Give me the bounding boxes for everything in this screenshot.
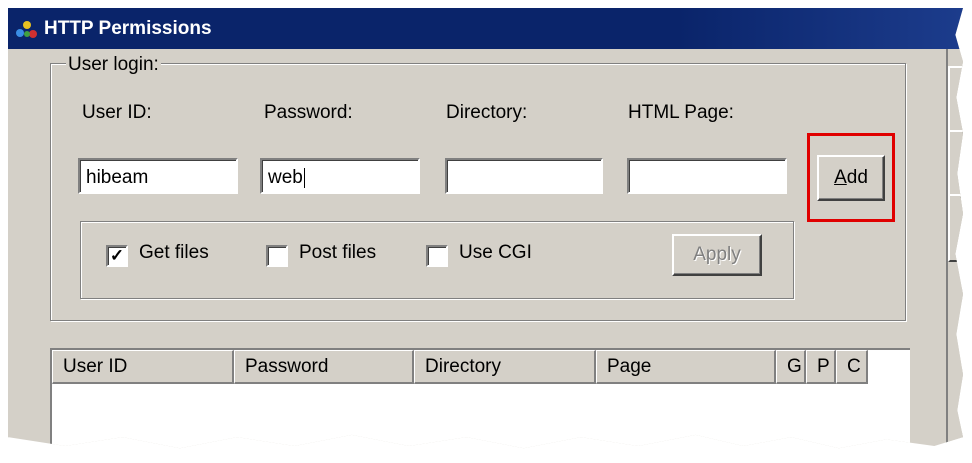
use-cgi-checkbox[interactable] (426, 245, 448, 267)
user-id-field[interactable]: hibeam (78, 158, 238, 194)
column-page[interactable]: Page (596, 350, 776, 384)
password-label: Password: (264, 102, 353, 123)
list-header: User ID Password Directory Page G P C (52, 350, 868, 384)
post-files-checkbox[interactable] (266, 245, 288, 267)
password-value: web (268, 167, 303, 188)
html-page-field[interactable] (627, 158, 787, 194)
column-p[interactable]: P (806, 350, 836, 384)
add-button-highlight (807, 133, 895, 222)
column-g[interactable]: G (776, 350, 806, 384)
user-login-group-label: User login: (66, 54, 161, 76)
html-page-label: HTML Page: (628, 102, 734, 123)
user-id-value: hibeam (86, 167, 149, 188)
use-cgi-label: Use CGI (459, 242, 532, 263)
permissions-list[interactable]: User ID Password Directory Page G P C (50, 348, 910, 449)
get-files-checkbox[interactable]: ✓ (106, 245, 128, 267)
user-id-label: User ID: (82, 102, 152, 123)
column-directory[interactable]: Directory (414, 350, 596, 384)
password-field[interactable]: web (260, 158, 420, 194)
app-icon (14, 17, 40, 41)
checkmark-icon: ✓ (109, 246, 125, 265)
http-permissions-dialog: HTTP Permissions User login: User ID: Pa… (8, 8, 963, 449)
apply-button[interactable]: Apply (672, 234, 762, 276)
side-button-3[interactable] (948, 194, 963, 262)
directory-field[interactable] (445, 158, 603, 194)
column-password[interactable]: Password (234, 350, 414, 384)
text-caret (303, 167, 305, 188)
side-button-2[interactable] (948, 130, 963, 198)
directory-label: Directory: (446, 102, 528, 123)
get-files-label: Get files (139, 242, 209, 263)
window-title: HTTP Permissions (44, 17, 212, 39)
side-button-1[interactable] (948, 66, 963, 134)
column-c[interactable]: C (836, 350, 868, 384)
column-user-id[interactable]: User ID (52, 350, 234, 384)
title-bar[interactable]: HTTP Permissions (8, 8, 963, 49)
post-files-label: Post files (299, 242, 377, 263)
